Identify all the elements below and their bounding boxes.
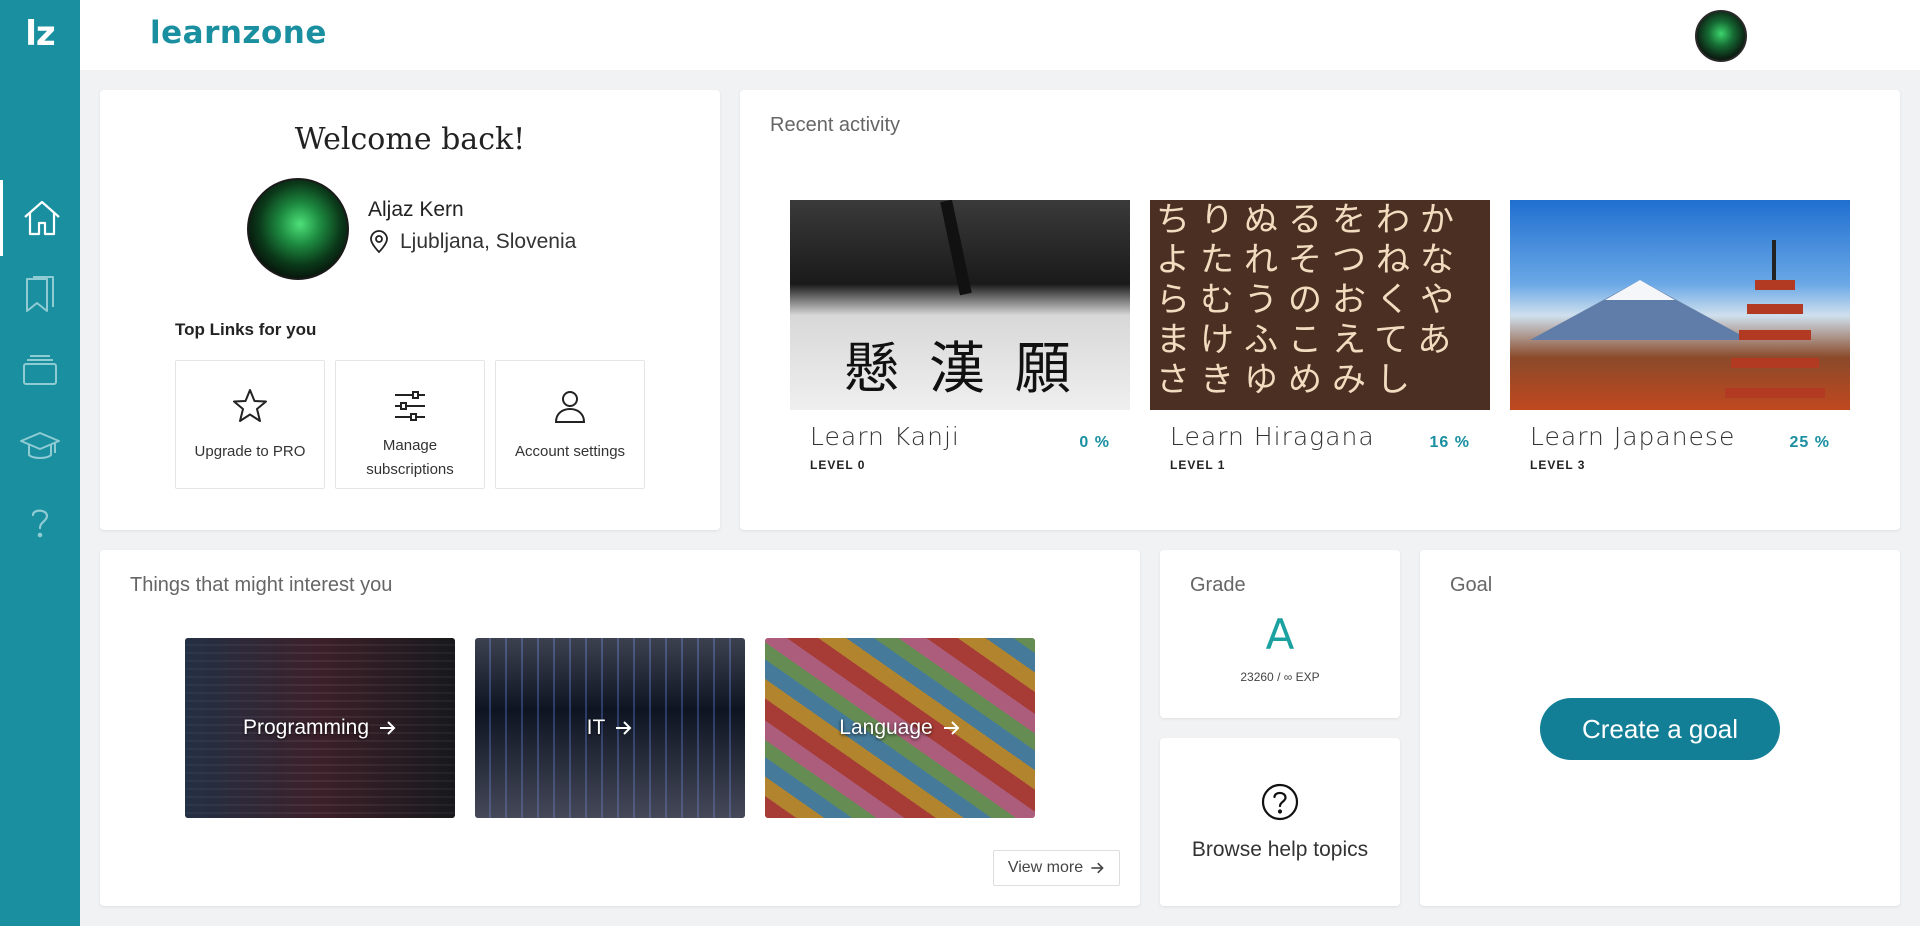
course-name: Learn Kanji xyxy=(810,422,960,451)
grade-exp: 23260 / ∞ EXP xyxy=(1240,670,1320,684)
topic-tile-label: Language xyxy=(839,716,960,740)
topic-label: Programming xyxy=(242,716,370,739)
grade-card: Grade A 23260 / ∞ EXP xyxy=(1160,550,1400,718)
location-pin-icon xyxy=(370,230,388,254)
account-settings-link[interactable]: Account settings xyxy=(495,360,645,489)
brand-logo[interactable]: learnzone xyxy=(150,15,327,51)
sidebar-item-collection[interactable] xyxy=(0,332,80,408)
user-location: Ljubljana, Slovenia xyxy=(368,230,576,254)
manage-subscriptions-label: Manage subscriptions xyxy=(366,437,454,478)
course-name: Learn Japanese xyxy=(1530,422,1736,451)
course-card-hiragana[interactable]: ちりぬるをわかよたれそつねならむうのおくやまけふこえてあさきゆめみし Learn… xyxy=(1150,200,1490,500)
bookmarks-icon xyxy=(26,276,54,312)
course-progress: 0 % xyxy=(1079,434,1110,451)
top-links-title: Top Links for you xyxy=(175,320,317,339)
top-bar: learnzone xyxy=(80,0,1920,70)
sidebar: lz xyxy=(0,0,80,926)
topic-tile-it[interactable]: IT xyxy=(475,638,745,818)
help-label: Browse help topics xyxy=(1191,838,1369,861)
topic-tile-language[interactable]: Language xyxy=(765,638,1035,818)
arrow-right-icon xyxy=(943,721,960,735)
topic-tile-programming[interactable]: Programming xyxy=(185,638,455,818)
topic-label: Language xyxy=(839,716,933,739)
home-icon xyxy=(23,200,60,236)
topic-label: IT xyxy=(586,716,606,739)
course-thumbnail: ちりぬるをわかよたれそつねならむうのおくやまけふこえてあさきゆめみし xyxy=(1150,200,1490,410)
welcome-card: Welcome back! Aljaz Kern Ljubljana, Slov… xyxy=(100,90,720,530)
arrow-right-icon xyxy=(380,721,396,735)
welcome-title: Welcome back! xyxy=(294,122,526,157)
grade-title: Grade xyxy=(1190,574,1246,596)
course-card-japanese[interactable]: Learn Japanese LEVEL 3 25 % xyxy=(1510,200,1850,500)
sliders-icon xyxy=(395,391,425,421)
arrow-right-icon xyxy=(616,721,632,735)
course-level: LEVEL 0 xyxy=(810,458,866,472)
course-level: LEVEL 1 xyxy=(1170,458,1226,472)
arrow-right-icon xyxy=(1091,862,1104,874)
recent-activity-title: Recent activity xyxy=(770,114,901,136)
topic-tile-label: IT xyxy=(587,716,634,740)
goal-card: Goal Create a goal xyxy=(1420,550,1900,906)
course-progress: 16 % xyxy=(1429,434,1470,451)
profile-avatar xyxy=(247,178,349,280)
star-icon xyxy=(233,389,267,422)
manage-subscriptions-link[interactable]: Manage subscriptions xyxy=(335,360,485,489)
sidebar-logo[interactable]: lz xyxy=(0,14,80,54)
grade-letter: A xyxy=(1265,610,1295,659)
sidebar-item-home[interactable] xyxy=(0,180,80,256)
interests-card: Things that might interest you Programmi… xyxy=(100,550,1140,906)
course-thumbnail: 懸 漢 願 xyxy=(790,200,1130,410)
create-goal-button[interactable]: Create a goal xyxy=(1540,698,1780,760)
user-icon xyxy=(554,391,586,423)
course-card-kanji[interactable]: 懸 漢 願 Learn Kanji LEVEL 0 0 % xyxy=(790,200,1130,500)
upgrade-pro-label: Upgrade to PRO xyxy=(194,443,306,460)
interests-title: Things that might interest you xyxy=(130,574,393,596)
user-avatar[interactable] xyxy=(1695,10,1747,62)
course-thumbnail xyxy=(1510,200,1850,410)
view-more-label: View more xyxy=(1007,859,1084,876)
view-more-button[interactable]: View more xyxy=(993,850,1120,886)
recent-activity-card: Recent activity 懸 漢 願 Learn Kanji LEVEL … xyxy=(740,90,1900,530)
sidebar-item-bookmarks[interactable] xyxy=(0,256,80,332)
help-card[interactable]: Browse help topics xyxy=(1160,738,1400,906)
collection-icon xyxy=(23,355,57,385)
upgrade-pro-link[interactable]: Upgrade to PRO xyxy=(175,360,325,489)
help-circle-icon xyxy=(1261,783,1299,821)
user-location-text: Ljubljana, Slovenia xyxy=(400,230,577,253)
course-level: LEVEL 3 xyxy=(1530,458,1586,472)
account-settings-label: Account settings xyxy=(514,443,626,460)
graduation-cap-icon xyxy=(20,432,60,459)
user-name: Aljaz Kern xyxy=(368,198,464,221)
sidebar-item-courses[interactable] xyxy=(0,408,80,484)
topic-tile-label: Programming xyxy=(243,716,397,740)
sidebar-item-help[interactable] xyxy=(0,484,80,560)
goal-title: Goal xyxy=(1450,574,1493,596)
help-icon xyxy=(31,509,49,538)
course-progress: 25 % xyxy=(1789,434,1830,451)
course-name: Learn Hiragana xyxy=(1170,422,1375,451)
